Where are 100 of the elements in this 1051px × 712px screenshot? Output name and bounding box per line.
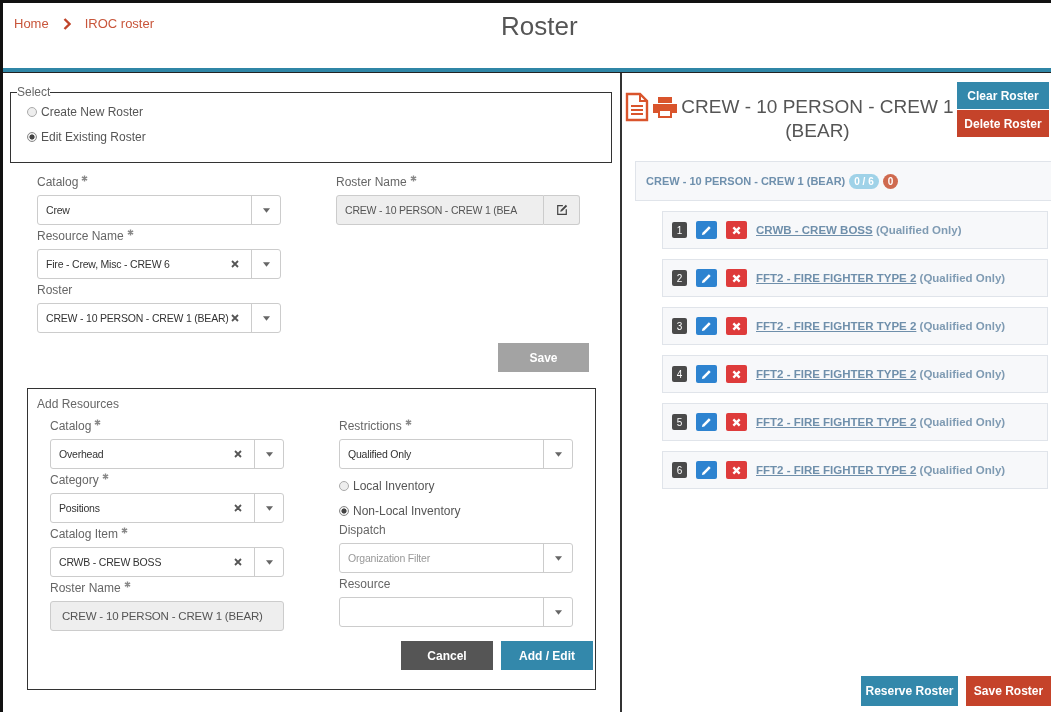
select-field[interactable]: CRWB - CREW BOSS [50, 547, 284, 577]
edit-button[interactable] [696, 317, 717, 335]
page-title: Roster [501, 11, 578, 42]
clear-icon[interactable] [231, 314, 239, 322]
pencil-icon [701, 272, 712, 284]
delete-button[interactable] [726, 413, 747, 431]
action-button[interactable]: Cancel [401, 641, 493, 670]
clear-icon[interactable] [231, 260, 239, 268]
radio-button[interactable] [339, 505, 349, 516]
position-text: FFT2 - FIRE FIGHTER TYPE 2 (Qualified Only) [756, 464, 1006, 476]
chevron-right-icon [62, 17, 71, 30]
caret-down-icon [554, 609, 562, 615]
document-icon[interactable] [625, 92, 649, 122]
close-icon [732, 417, 741, 427]
select-field[interactable]: Qualified Only [339, 439, 573, 469]
position-link[interactable]: FFT2 - FIRE FIGHTER TYPE 2 [756, 272, 917, 284]
select-field[interactable]: Organization Filter [339, 543, 573, 573]
group-name: CREW - 10 PERSON - CREW 1 (BEAR) [646, 175, 846, 187]
caret-down-icon [265, 451, 273, 457]
roster-button[interactable]: Clear Roster [957, 82, 1049, 109]
number-badge: 1 [672, 222, 687, 238]
select-field[interactable]: CREW - 10 PERSON - CREW 1 (BEAR) [37, 303, 281, 333]
close-icon [732, 225, 741, 235]
edit-button[interactable] [544, 195, 580, 225]
position-text: CRWB - CREW BOSS (Qualified Only) [756, 224, 962, 236]
field-label: Roster Name [336, 175, 407, 190]
edit-button[interactable] [696, 365, 717, 383]
field-label: Roster [37, 283, 73, 298]
position-link[interactable]: FFT2 - FIRE FIGHTER TYPE 2 [756, 416, 917, 428]
radio-label: Edit Existing Roster [41, 129, 146, 144]
delete-button[interactable] [726, 269, 747, 287]
readonly-field: CREW - 10 PERSON - CREW 1 (BEAR) [50, 601, 284, 631]
caret-down-icon [262, 261, 270, 267]
radio-button[interactable] [27, 131, 37, 142]
footer-button[interactable]: Save Roster [966, 676, 1051, 706]
close-icon [732, 465, 741, 475]
radio-button[interactable] [27, 106, 37, 117]
close-icon [732, 321, 741, 331]
number-badge: 4 [672, 366, 687, 382]
pencil-icon [701, 320, 712, 332]
field-label: Catalog [50, 419, 92, 434]
field-label: Catalog Item [50, 527, 119, 542]
breadcrumb-link[interactable]: Home [14, 16, 49, 31]
edit-button[interactable] [696, 461, 717, 479]
radio-label: Local Inventory [353, 478, 435, 493]
position-link[interactable]: FFT2 - FIRE FIGHTER TYPE 2 [756, 368, 917, 380]
caret-down-icon [554, 555, 562, 561]
breadcrumb-link[interactable]: IROC roster [84, 16, 155, 31]
select-field[interactable]: Overhead [50, 439, 284, 469]
radio-button[interactable] [339, 480, 349, 491]
caret-down-icon [265, 505, 273, 511]
delete-button[interactable] [726, 317, 747, 335]
field-label: Category [50, 473, 99, 488]
edit-icon [555, 204, 568, 216]
close-icon [732, 273, 741, 283]
group-legend: Select [17, 85, 51, 99]
caret-down-icon [262, 315, 270, 321]
position-text: FFT2 - FIRE FIGHTER TYPE 2 (Qualified Only) [756, 368, 1006, 380]
field-label: Restrictions [339, 419, 402, 434]
roster-group-header[interactable]: CREW - 10 PERSON - CREW 1 (BEAR) 0 / 6 0 [635, 161, 1051, 201]
position-link[interactable]: FFT2 - FIRE FIGHTER TYPE 2 [756, 464, 917, 476]
radio-label: Create New Roster [41, 104, 144, 119]
roster-button[interactable]: Delete Roster [957, 110, 1049, 137]
caret-down-icon [265, 559, 273, 565]
caret-down-icon [262, 207, 270, 213]
pencil-icon [701, 416, 712, 428]
action-button[interactable]: Add / Edit [501, 641, 593, 670]
printer-icon[interactable] [652, 96, 678, 118]
delete-button[interactable] [726, 221, 747, 239]
field-label: Resource [339, 577, 391, 592]
pencil-icon [701, 464, 712, 476]
select-field[interactable]: Positions [50, 493, 284, 523]
close-icon [732, 369, 741, 379]
roster-title: CREW - 10 PERSON - CREW 1 (BEAR) [680, 95, 955, 143]
edit-button[interactable] [696, 269, 717, 287]
edit-button[interactable] [696, 413, 717, 431]
select-field[interactable]: Fire - Crew, Misc - CREW 6 [37, 249, 281, 279]
delete-button[interactable] [726, 365, 747, 383]
position-link[interactable]: FFT2 - FIRE FIGHTER TYPE 2 [756, 320, 917, 332]
clear-icon[interactable] [234, 450, 242, 458]
delete-button[interactable] [726, 461, 747, 479]
position-link[interactable]: CRWB - CREW BOSS [756, 224, 873, 236]
field-label: Roster Name [50, 581, 121, 596]
count-badge: 0 / 6 [849, 173, 879, 189]
position-text: FFT2 - FIRE FIGHTER TYPE 2 (Qualified Only) [756, 320, 1006, 332]
position-text: FFT2 - FIRE FIGHTER TYPE 2 (Qualified Only) [756, 416, 1006, 428]
edit-button[interactable] [696, 221, 717, 239]
footer-button[interactable]: Reserve Roster [861, 676, 958, 706]
field-label: Dispatch [339, 523, 386, 538]
clear-icon[interactable] [234, 504, 242, 512]
alert-badge: 0 [882, 173, 899, 189]
field-label: Resource Name [37, 229, 124, 244]
pencil-icon [701, 368, 712, 380]
number-badge: 3 [672, 318, 687, 334]
clear-icon[interactable] [234, 558, 242, 566]
number-badge: 6 [672, 462, 687, 478]
select-field[interactable]: Crew [37, 195, 281, 225]
panel-title: Add Resources [37, 397, 121, 411]
select-field[interactable] [339, 597, 573, 627]
field-label: Catalog [37, 175, 79, 190]
